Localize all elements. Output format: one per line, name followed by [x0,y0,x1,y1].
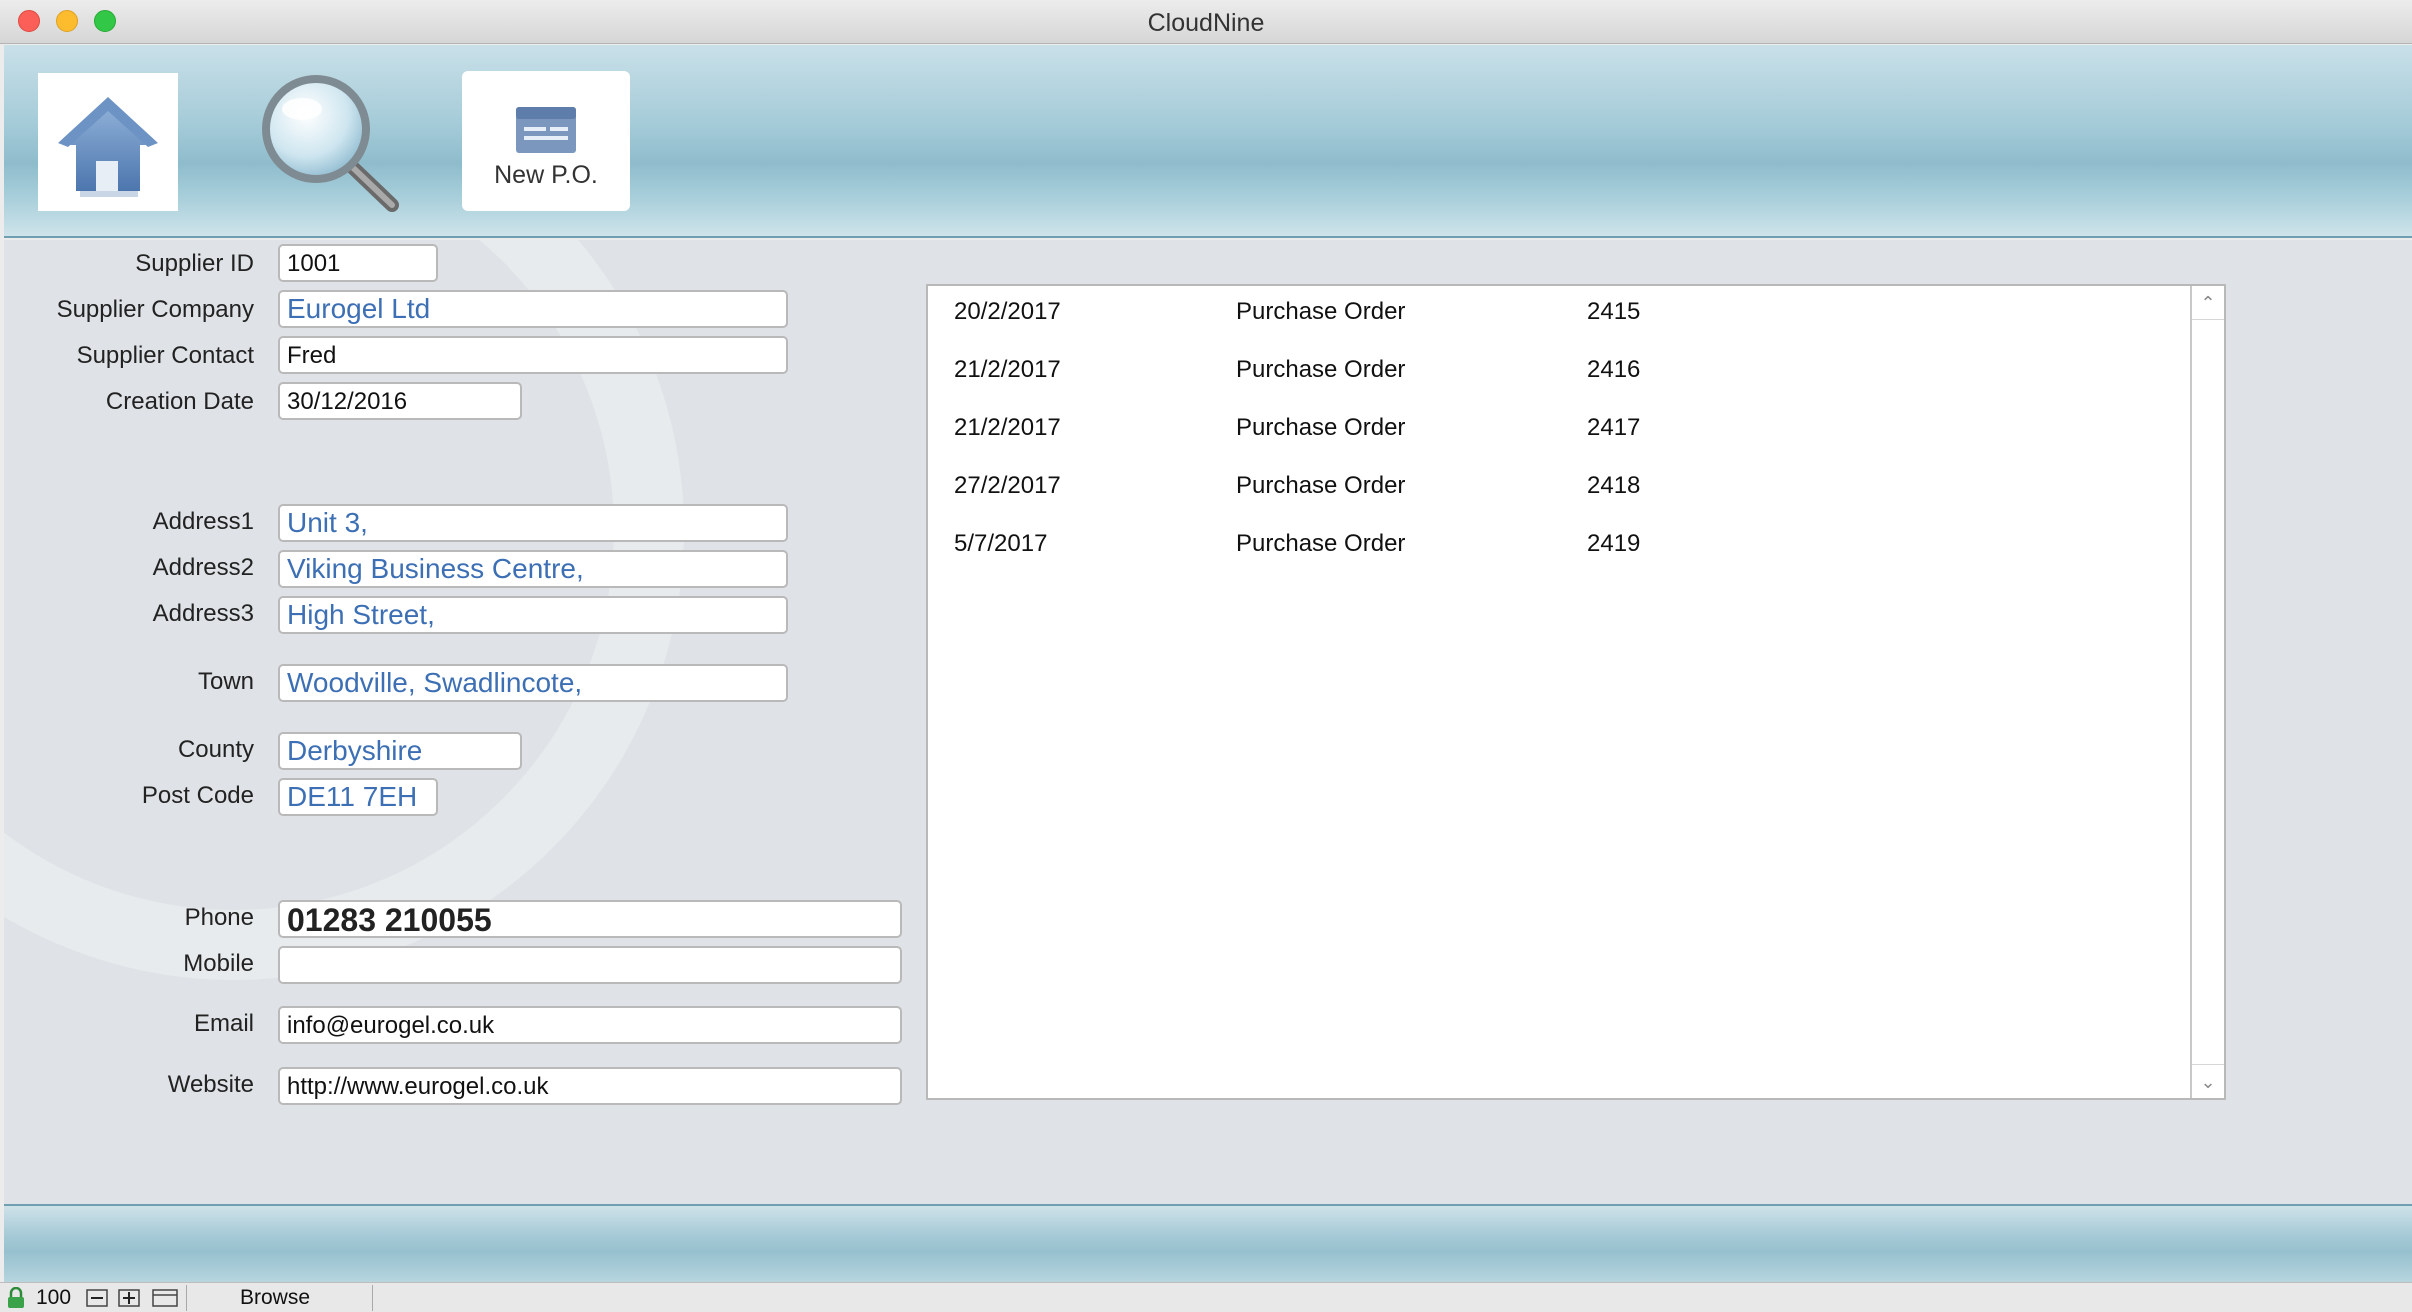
list-item[interactable]: 21/2/2017 Purchase Order 2416 [928,344,2188,402]
website-label: Website [167,1071,254,1098]
email-label: Email [193,1010,254,1037]
list-item[interactable]: 5/7/2017 Purchase Order 2419 [928,518,2188,576]
footer-band [4,1204,2412,1282]
title-bar: CloudNine [0,0,2412,44]
order-date: 21/2/2017 [954,414,1061,441]
order-number: 2416 [1587,356,1641,383]
list-scrollbar[interactable]: ⌃ ⌄ [2190,286,2224,1098]
post-code-label: Post Code [141,782,254,809]
list-item[interactable]: 20/2/2017 Purchase Order 2415 [928,286,2188,344]
order-number: 2417 [1587,414,1641,441]
toggle-status-area-icon[interactable] [152,1289,178,1307]
order-date: 5/7/2017 [954,530,1048,557]
scroll-down-icon[interactable]: ⌄ [2192,1064,2224,1098]
home-button[interactable] [38,73,178,211]
order-date: 27/2/2017 [954,472,1061,499]
document-icon [516,107,576,153]
supplier-contact-label: Supplier Contact [76,342,254,369]
magnifier-icon [262,75,399,212]
phone-label: Phone [184,904,254,931]
mobile-label: Mobile [183,950,254,977]
supplier-contact-field[interactable]: Fred [278,336,788,374]
mobile-field[interactable] [278,946,902,984]
lock-icon[interactable] [6,1287,26,1309]
new-po-button[interactable]: New P.O. [462,71,630,211]
scroll-up-icon[interactable]: ⌃ [2192,286,2224,320]
order-date: 20/2/2017 [954,298,1061,325]
list-item[interactable]: 21/2/2017 Purchase Order 2417 [928,402,2188,460]
purchase-orders-list[interactable]: 20/2/2017 Purchase Order 2415 21/2/2017 … [926,284,2226,1100]
home-icon [58,97,158,197]
supplier-company-label: Supplier Company [56,296,254,323]
main-content: Supplier ID 1001 Supplier Company Euroge… [4,240,2412,1204]
phone-field[interactable]: 01283 210055 [278,900,902,938]
supplier-id-label: Supplier ID [135,250,254,277]
address2-field[interactable]: Viking Business Centre, [278,550,788,588]
post-code-field[interactable]: DE11 7EH [278,778,438,816]
order-number: 2415 [1587,298,1641,325]
order-type: Purchase Order [1236,414,1406,441]
mode-indicator[interactable]: Browse [240,1286,310,1310]
search-button[interactable] [254,69,404,219]
header-toolbar: New P.O. [4,45,2412,238]
county-label: County [177,736,254,763]
list-item[interactable]: 27/2/2017 Purchase Order 2418 [928,460,2188,518]
address1-label: Address1 [152,508,254,535]
divider [372,1285,373,1311]
zoom-in-icon[interactable] [118,1289,140,1307]
order-type: Purchase Order [1236,356,1406,383]
address2-label: Address2 [152,554,254,581]
address1-field[interactable]: Unit 3, [278,504,788,542]
order-date: 21/2/2017 [954,356,1061,383]
email-field[interactable]: info@eurogel.co.uk [278,1006,902,1044]
order-number: 2418 [1587,472,1641,499]
window-title: CloudNine [1147,9,1265,37]
status-bar: 100 Browse [0,1282,2412,1312]
order-type: Purchase Order [1236,298,1406,325]
supplier-company-field[interactable]: Eurogel Ltd [278,290,788,328]
town-field[interactable]: Woodville, Swadlincote, [278,664,788,702]
divider [186,1285,187,1311]
creation-date-field[interactable]: 30/12/2016 [278,382,522,420]
website-field[interactable]: http://www.eurogel.co.uk [278,1067,902,1105]
order-type: Purchase Order [1236,472,1406,499]
order-type: Purchase Order [1236,530,1406,557]
zoom-level[interactable]: 100 [36,1286,71,1310]
creation-date-label: Creation Date [105,388,254,415]
address3-field[interactable]: High Street, [278,596,788,634]
zoom-out-icon[interactable] [86,1289,108,1307]
address3-label: Address3 [152,600,254,627]
new-po-label: New P.O. [494,161,598,189]
order-number: 2419 [1587,530,1641,557]
town-label: Town [197,668,254,695]
supplier-id-field[interactable]: 1001 [278,244,438,282]
county-field[interactable]: Derbyshire [278,732,522,770]
